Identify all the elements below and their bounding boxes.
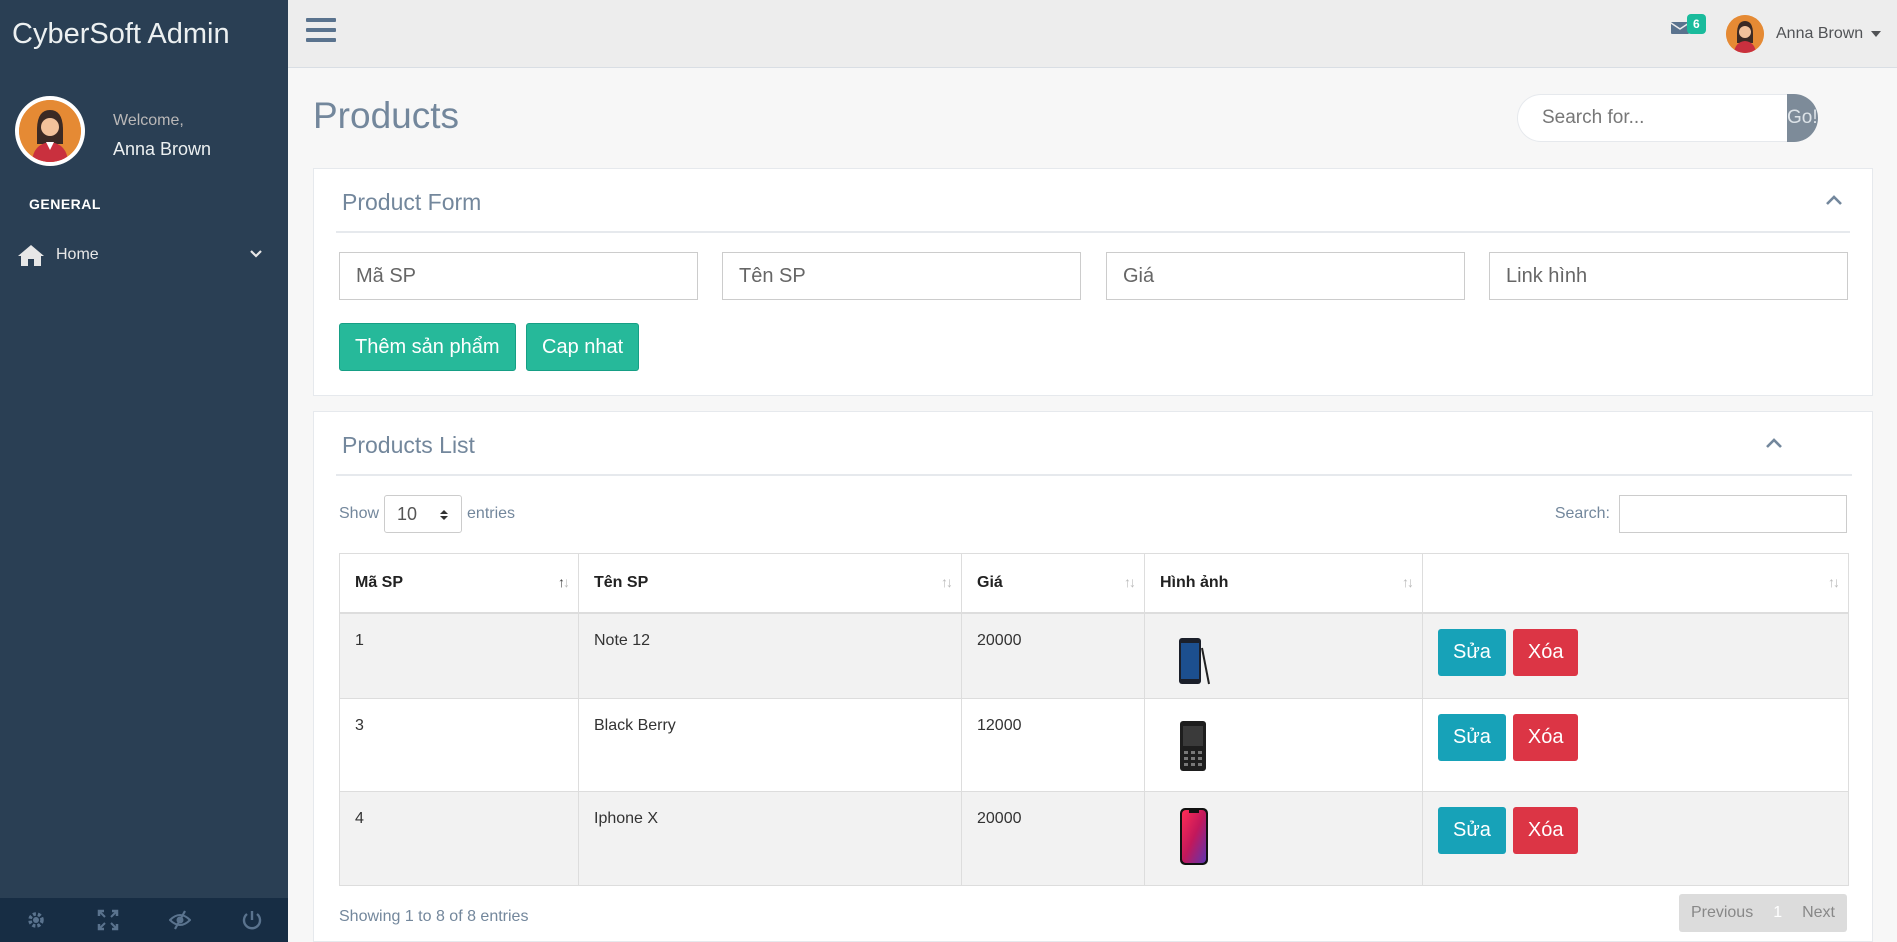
page-size-select[interactable]: 10 <box>384 495 463 533</box>
edit-button[interactable]: Sửa <box>1438 807 1506 854</box>
search-go-button[interactable]: Go! <box>1787 94 1818 142</box>
products-list-panel: Products List Show 10 entries Search: Mã… <box>313 411 1873 942</box>
column-header-image[interactable]: Hình ảnh ↑↓ <box>1144 553 1423 614</box>
panel-divider <box>336 474 1852 476</box>
cell-price: 20000 <box>961 791 1145 886</box>
menu-toggle-button[interactable] <box>306 18 336 48</box>
sidebar: CyberSoft Admin Welcome, Anna Brown GENE… <box>0 0 288 942</box>
page-title: Products <box>313 95 460 136</box>
cell-actions: Sửa Xóa <box>1422 698 1849 792</box>
delete-button[interactable]: Xóa <box>1512 807 1579 854</box>
cell-code: 3 <box>339 698 579 792</box>
home-icon <box>18 245 44 266</box>
column-header-name[interactable]: Tên SP ↑↓ <box>578 553 962 614</box>
entries-length-control: Show 10 entries <box>339 495 515 533</box>
show-label: Show <box>339 505 380 522</box>
column-header-code[interactable]: Mã SP ↑↓ <box>339 553 579 614</box>
sidebar-item-label: Home <box>56 246 99 263</box>
caret-down-icon <box>1871 31 1882 37</box>
select-arrows-icon <box>440 510 449 520</box>
cell-code: 1 <box>339 612 579 699</box>
product-code-input[interactable] <box>339 252 698 300</box>
edit-button[interactable]: Sửa <box>1438 628 1506 676</box>
product-price-input[interactable] <box>1106 252 1465 300</box>
product-form-title: Product Form <box>342 189 482 215</box>
add-product-button[interactable]: Thêm sản phẩm <box>339 323 516 371</box>
product-name-input[interactable] <box>722 252 1081 300</box>
lock-button[interactable] <box>144 898 216 942</box>
page-size-value: 10 <box>397 503 418 524</box>
cell-image <box>1144 791 1423 886</box>
edit-button[interactable]: Sửa <box>1438 714 1506 761</box>
products-table: Mã SP ↑↓ Tên SP ↑↓ Giá ↑↓ Hình ảnh ↑↓ ↑↓ 1 N… <box>339 553 1849 886</box>
table-header-row: Mã SP ↑↓ Tên SP ↑↓ Giá ↑↓ Hình ảnh ↑↓ ↑↓ <box>339 553 1849 614</box>
chevron-up-icon[interactable] <box>1825 194 1843 206</box>
cell-name: Iphone X <box>578 791 962 886</box>
messages-button[interactable]: 6 <box>1670 14 1710 42</box>
table-info: Showing 1 to 8 of 8 entries <box>339 908 529 925</box>
products-list-title: Products List <box>342 432 475 458</box>
sidebar-footer <box>0 898 288 942</box>
chevron-down-icon <box>250 250 262 258</box>
phone-blackberry-image <box>1180 721 1206 771</box>
table-search-label: Search: <box>1554 505 1610 522</box>
settings-button[interactable] <box>0 898 72 942</box>
entries-label: entries <box>467 505 516 522</box>
previous-page-button[interactable]: Previous <box>1679 894 1765 932</box>
top-navbar: 6 Anna Brown <box>288 0 1897 68</box>
phone-note-image <box>1179 637 1210 684</box>
delete-button[interactable]: Xóa <box>1512 628 1579 676</box>
cell-price: 20000 <box>961 612 1145 699</box>
table-search: Search: <box>1555 495 1847 533</box>
user-profile-dropdown[interactable]: Anna Brown <box>1726 14 1882 54</box>
phone-iphone-image <box>1180 808 1208 865</box>
menu-section-title: GENERAL <box>29 196 101 212</box>
power-icon <box>242 911 262 930</box>
column-header-actions[interactable]: ↑↓ <box>1422 553 1849 614</box>
messages-count-badge: 6 <box>1687 14 1706 34</box>
brand-title[interactable]: CyberSoft Admin <box>12 18 230 51</box>
eye-slash-icon <box>169 910 191 930</box>
sidebar-user-name: Anna Brown <box>113 139 212 159</box>
table-row: 3 Black Berry 12000 Sửa Xóa <box>339 698 1849 792</box>
logout-button[interactable] <box>216 898 288 942</box>
delete-button[interactable]: Xóa <box>1512 714 1579 761</box>
topnav-user-name: Anna Brown <box>1776 25 1864 42</box>
gear-icon <box>28 912 44 928</box>
pagination: Previous 1 Next <box>1678 894 1847 932</box>
chevron-up-icon[interactable] <box>1765 437 1783 449</box>
product-image-link-input[interactable] <box>1489 252 1848 300</box>
avatar <box>1726 15 1764 53</box>
cell-actions: Sửa Xóa <box>1422 612 1849 699</box>
profile-avatar <box>15 96 85 166</box>
sort-icon: ↑↓ <box>941 574 953 590</box>
cell-price: 12000 <box>961 698 1145 792</box>
table-search-input[interactable] <box>1619 495 1847 533</box>
cell-code: 4 <box>339 791 579 886</box>
top-search-group: Go! <box>1517 94 1818 142</box>
table-row: 1 Note 12 20000 Sửa Xóa <box>339 612 1849 699</box>
cell-name: Note 12 <box>578 612 962 699</box>
panel-divider <box>336 231 1850 233</box>
cell-image <box>1144 698 1423 792</box>
product-form-panel: Product Form Thêm sản phẩm Cap nhat <box>313 168 1873 396</box>
update-product-button[interactable]: Cap nhat <box>526 323 640 371</box>
sort-icon: ↑↓ <box>1402 574 1414 590</box>
cell-actions: Sửa Xóa <box>1422 791 1849 886</box>
sidebar-item-home[interactable]: Home <box>17 240 273 270</box>
sort-icon: ↑↓ <box>1124 574 1136 590</box>
sort-icon: ↑↓ <box>1828 574 1840 590</box>
column-header-price[interactable]: Giá ↑↓ <box>961 553 1145 614</box>
cell-image <box>1144 612 1423 699</box>
welcome-text: Welcome, <box>113 112 184 129</box>
next-page-button[interactable]: Next <box>1790 894 1847 932</box>
search-input[interactable] <box>1517 94 1787 142</box>
sort-icon: ↑↓ <box>558 574 570 590</box>
fullscreen-icon <box>97 909 119 931</box>
fullscreen-button[interactable] <box>72 898 144 942</box>
cell-name: Black Berry <box>578 698 962 792</box>
table-row: 4 Iphone X 20000 Sửa Xóa <box>339 791 1849 886</box>
page-button-1[interactable]: 1 <box>1765 894 1790 932</box>
